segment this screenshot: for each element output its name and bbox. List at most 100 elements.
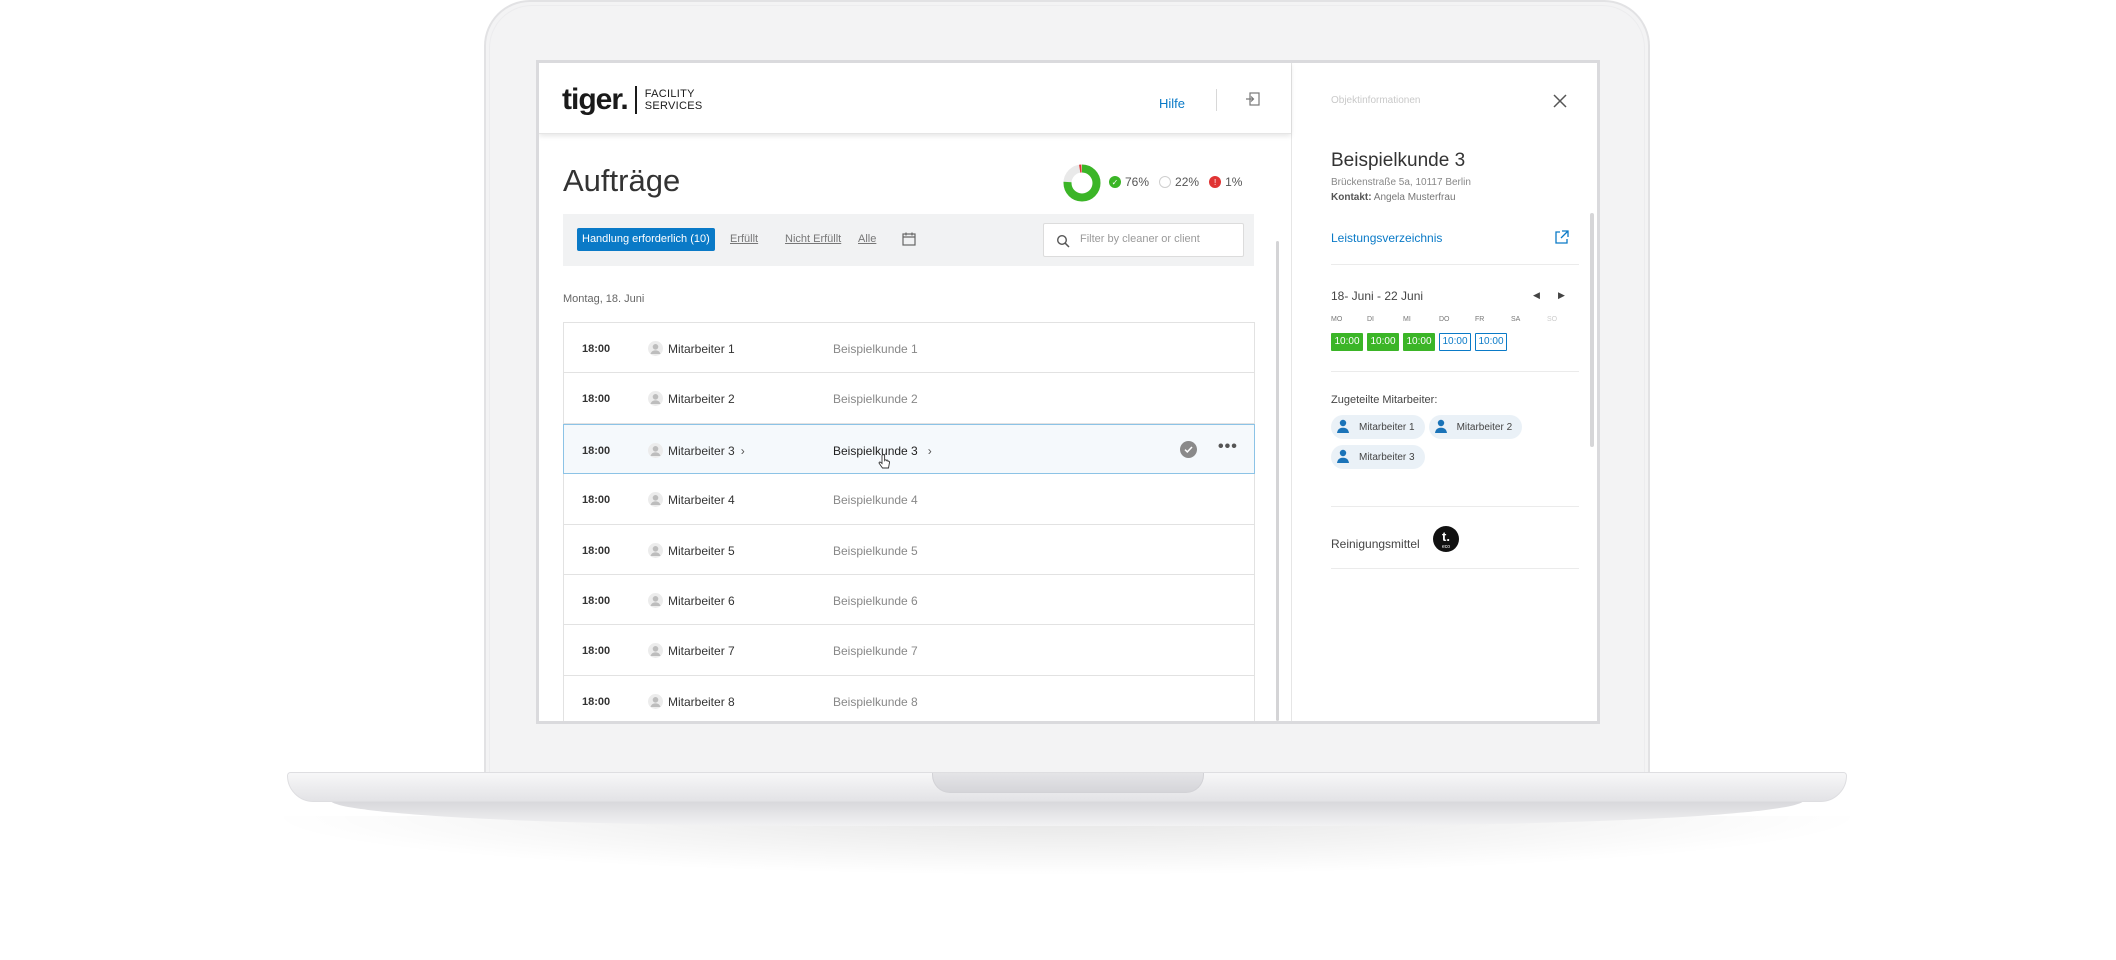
cleaning-agents-label: Reinigungsmittel bbox=[1331, 537, 1420, 551]
laptop-mockup: tiger. FACILITY SERVICES Hilfe Aufträge bbox=[0, 0, 2116, 960]
check-icon[interactable] bbox=[1180, 440, 1197, 458]
row-client: Beispielkunde 1 bbox=[833, 342, 918, 356]
date-heading: Montag, 18. Juni bbox=[563, 293, 645, 305]
next-week-icon[interactable]: ▶ bbox=[1558, 290, 1565, 301]
employee-chip-name: Mitarbeiter 2 bbox=[1456, 421, 1513, 433]
table-row[interactable]: 18:00 Mitarbeiter 2 Beispielkunde 2 bbox=[563, 373, 1255, 424]
row-client-name: Beispielkunde 6 bbox=[833, 593, 918, 608]
weekday-label: DO bbox=[1439, 316, 1450, 323]
time-slot-done[interactable]: 10:00 bbox=[1367, 333, 1399, 351]
cleaning-agent-badge[interactable]: t. eco bbox=[1433, 526, 1459, 552]
logo-divider bbox=[634, 86, 637, 114]
filter-all[interactable]: Alle bbox=[858, 233, 876, 245]
table-row[interactable]: 18:00 Mitarbeiter 1 Beispielkunde 1 bbox=[563, 323, 1255, 374]
row-employee: Mitarbeiter 5 bbox=[668, 544, 735, 558]
employee-chip[interactable]: Mitarbeiter 2 bbox=[1428, 415, 1523, 439]
row-employee-name: Mitarbeiter 4 bbox=[668, 493, 735, 508]
stat-failed: ! 1% bbox=[1209, 175, 1242, 189]
table-row[interactable]: 18:00 Mitarbeiter 4 Beispielkunde 4 bbox=[563, 474, 1255, 525]
row-time: 18:00 bbox=[582, 444, 611, 457]
logout-icon[interactable] bbox=[1245, 91, 1261, 107]
table-row[interactable]: 18:00 Mitarbeiter 6 Beispielkunde 6 bbox=[563, 574, 1255, 626]
search-box bbox=[1043, 223, 1244, 257]
row-client: Beispielkunde 8 bbox=[833, 695, 918, 709]
time-slot-open[interactable]: 10:00 bbox=[1439, 333, 1471, 351]
divider bbox=[1331, 371, 1579, 372]
laptop-notch bbox=[932, 773, 1204, 793]
logo-subtitle: FACILITY SERVICES bbox=[645, 88, 703, 112]
external-link-icon[interactable] bbox=[1554, 230, 1569, 245]
weekday-labels: MO DI MI DO FR SA SO bbox=[1331, 316, 1583, 323]
time-slot-done[interactable]: 10:00 bbox=[1331, 333, 1363, 351]
time-slot-open[interactable]: 10:00 bbox=[1475, 333, 1507, 351]
prev-week-icon[interactable]: ◀ bbox=[1533, 290, 1540, 301]
logo[interactable]: tiger. FACILITY SERVICES bbox=[562, 83, 703, 117]
row-time: 18:00 bbox=[582, 494, 611, 507]
weekday-times: 10:00 10:00 10:00 10:00 10:00 bbox=[1331, 333, 1511, 351]
panel-scrollbar[interactable] bbox=[1590, 213, 1594, 447]
filter-fulfilled[interactable]: Erfüllt bbox=[730, 233, 758, 245]
divider bbox=[1331, 264, 1579, 265]
row-time: 18:00 bbox=[582, 594, 611, 607]
weekday-label: DI bbox=[1367, 316, 1374, 323]
close-icon[interactable] bbox=[1552, 93, 1568, 109]
row-employee: Mitarbeiter 7 bbox=[668, 644, 735, 658]
client-name: Beispielkunde 3 bbox=[1331, 150, 1466, 171]
table-row[interactable]: 18:00 Mitarbeiter 3 › Beispielkunde 3 › ••• bbox=[563, 423, 1255, 475]
row-client-name: Beispielkunde 4 bbox=[833, 493, 918, 508]
contact-name: Angela Musterfrau bbox=[1373, 192, 1456, 203]
row-client: Beispielkunde 5 bbox=[833, 544, 918, 558]
chevron-right-icon: › bbox=[927, 443, 932, 458]
filter-not-fulfilled[interactable]: Nicht Erfüllt bbox=[785, 233, 841, 245]
object-info-panel: Objektinformationen Beispielkunde 3 Brüc… bbox=[1291, 63, 1597, 721]
row-employee-name: Mitarbeiter 8 bbox=[668, 694, 735, 709]
contact-label: Kontakt: bbox=[1331, 192, 1372, 203]
user-icon bbox=[1335, 448, 1359, 467]
more-options-icon[interactable]: ••• bbox=[1218, 438, 1238, 456]
stat-failed-value: 1% bbox=[1225, 175, 1243, 189]
row-client: Beispielkunde 6 bbox=[833, 594, 918, 608]
avatar-icon bbox=[648, 391, 663, 407]
row-time: 18:00 bbox=[582, 645, 611, 658]
topbar-divider bbox=[1216, 89, 1217, 111]
assigned-employees: Mitarbeiter 1 Mitarbeiter 2 Mitarbeiter 3 bbox=[1331, 415, 1581, 475]
employee-chip[interactable]: Mitarbeiter 1 bbox=[1331, 415, 1425, 439]
time-slot-done[interactable]: 10:00 bbox=[1403, 333, 1435, 351]
row-employee[interactable]: Mitarbeiter 3 › bbox=[668, 444, 745, 458]
row-client-name: Beispielkunde 2 bbox=[833, 392, 918, 407]
employee-chip[interactable]: Mitarbeiter 3 bbox=[1331, 445, 1425, 469]
row-time: 18:00 bbox=[582, 343, 611, 355]
calendar-icon[interactable] bbox=[902, 232, 916, 246]
table-row[interactable]: 18:00 Mitarbeiter 5 Beispielkunde 5 bbox=[563, 524, 1255, 575]
weekday-label: SO bbox=[1547, 316, 1558, 323]
row-time: 18:00 bbox=[582, 544, 611, 557]
status-stats: ✓ 76% 22% ! 1% bbox=[1109, 175, 1252, 189]
badge-letter: t. bbox=[1442, 529, 1450, 544]
filter-action-required[interactable]: Handlung erforderlich (10) bbox=[577, 228, 715, 251]
row-client-name: Beispielkunde 8 bbox=[833, 694, 918, 709]
row-employee-name: Mitarbeiter 5 bbox=[668, 543, 735, 558]
row-employee: Mitarbeiter 2 bbox=[668, 392, 735, 406]
row-employee-name: Mitarbeiter 2 bbox=[668, 392, 735, 407]
row-employee-name: Mitarbeiter 3 bbox=[668, 443, 735, 458]
avatar-icon bbox=[648, 442, 663, 458]
table-row[interactable]: 18:00 Mitarbeiter 7 Beispielkunde 7 bbox=[563, 625, 1255, 676]
user-icon bbox=[1433, 418, 1457, 437]
status-donut-chart bbox=[1063, 164, 1101, 202]
logo-sub-line-1: FACILITY bbox=[644, 88, 695, 100]
row-employee: Mitarbeiter 8 bbox=[668, 695, 735, 709]
weekday-label: SA bbox=[1511, 316, 1521, 323]
help-link[interactable]: Hilfe bbox=[1159, 96, 1185, 111]
row-client-name: Beispielkunde 3 bbox=[833, 443, 918, 458]
avatar-icon bbox=[648, 492, 663, 508]
avatar-icon bbox=[648, 643, 663, 659]
table-row[interactable]: 18:00 Mitarbeiter 8 Beispielkunde 8 bbox=[563, 675, 1255, 721]
check-circle-icon: ✓ bbox=[1109, 176, 1121, 188]
search-input[interactable] bbox=[1080, 233, 1230, 245]
scrollbar[interactable] bbox=[1276, 241, 1279, 721]
weekday-label: FR bbox=[1475, 316, 1485, 323]
row-time: 18:00 bbox=[582, 393, 611, 406]
service-catalog-link[interactable]: Leistungsverzeichnis bbox=[1331, 231, 1442, 245]
employee-chip-name: Mitarbeiter 3 bbox=[1359, 451, 1415, 463]
assigned-label: Zugeteilte Mitarbeiter: bbox=[1331, 394, 1438, 406]
